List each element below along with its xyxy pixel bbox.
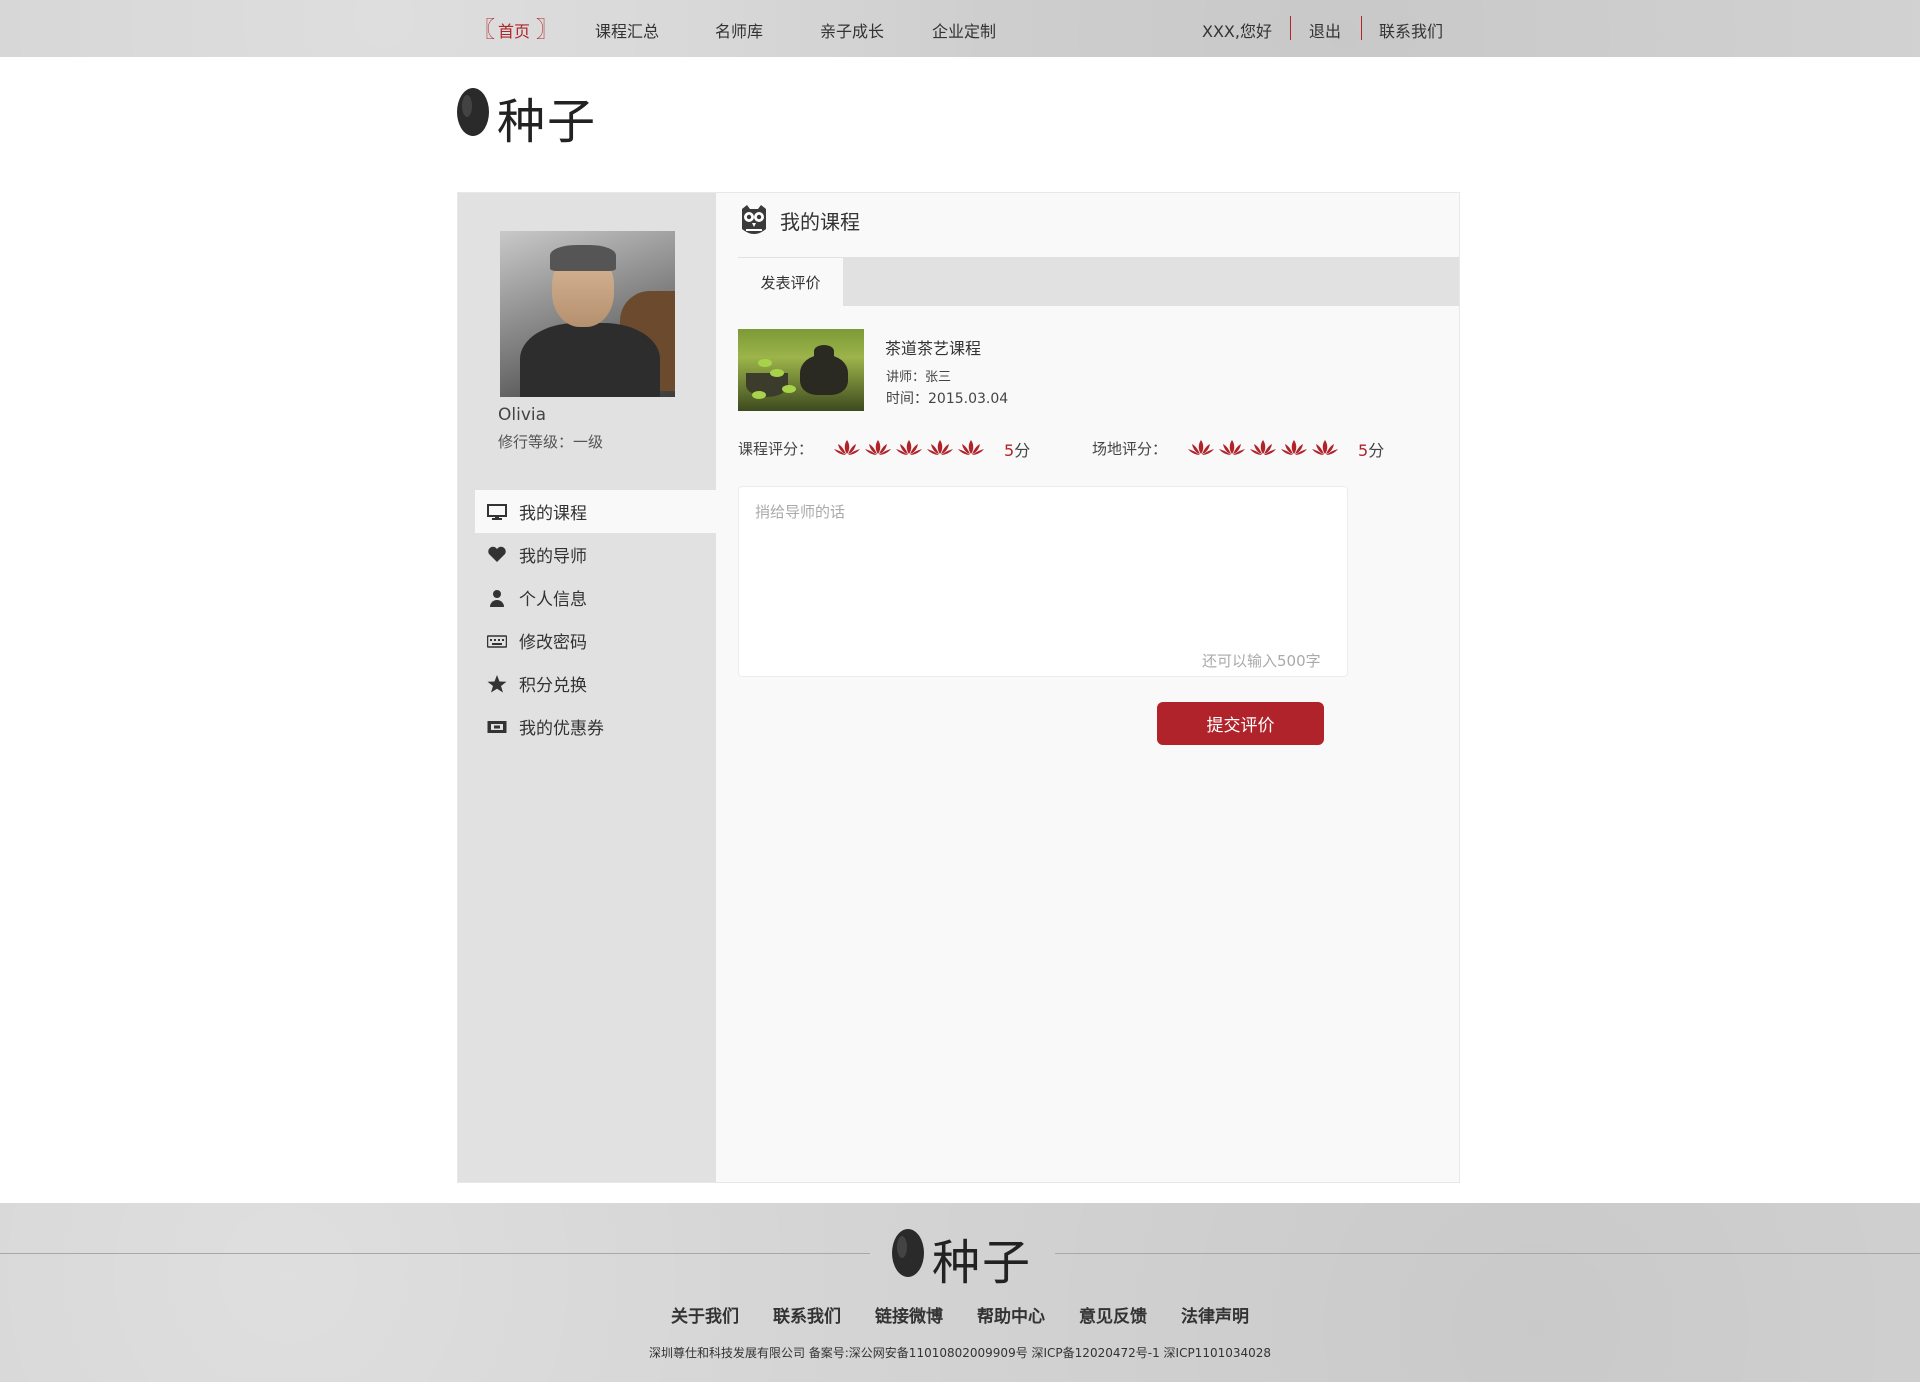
sidebar-item-label: 积分兑换 <box>519 676 587 696</box>
page-title: 我的课程 <box>738 203 860 237</box>
owl-icon <box>742 205 766 234</box>
submit-review-button[interactable]: 提交评价 <box>1157 702 1324 745</box>
heart-icon <box>487 546 507 564</box>
profile-level: 修行等级：一级 <box>498 433 604 451</box>
course-score-value: 5 <box>1004 441 1015 460</box>
nav-teachers[interactable]: 名师库 <box>715 18 763 42</box>
venue-rating-label: 场地评分： <box>1092 440 1168 458</box>
venue-rating-score: 5分 <box>1358 437 1384 461</box>
sidebar-item-label: 我的导师 <box>519 547 587 567</box>
star-icon <box>487 674 507 693</box>
course-rating-lotus <box>834 438 989 458</box>
sidebar: Olivia 修行等级：一级 我的课程 我的导师 个人信息 修改密码 积分兑换 … <box>458 193 716 1182</box>
content-title-text: 我的课程 <box>780 209 860 234</box>
lotus-icon[interactable] <box>1250 438 1276 458</box>
course-teacher: 讲师：张三 <box>886 370 952 385</box>
sidebar-item-change-password[interactable]: 修改密码 <box>475 619 716 662</box>
char-remaining: 还可以输入500字 <box>1202 652 1321 670</box>
sidebar-item-profile[interactable]: 个人信息 <box>475 576 716 619</box>
footer-links: 关于我们 联系我们 链接微博 帮助中心 意见反馈 法律声明 <box>0 1302 1920 1327</box>
course-name: 茶道茶艺课程 <box>885 339 982 358</box>
logo-text: 种子 <box>932 1235 1033 1291</box>
user-icon <box>487 589 507 607</box>
footer-link-feedback[interactable]: 意见反馈 <box>1079 1302 1147 1327</box>
footer-link-help[interactable]: 帮助中心 <box>977 1302 1045 1327</box>
sidebar-item-my-courses[interactable]: 我的课程 <box>475 490 716 533</box>
lotus-icon[interactable] <box>865 438 891 458</box>
footer-link-legal[interactable]: 法律声明 <box>1181 1302 1249 1327</box>
sidebar-item-label: 修改密码 <box>519 633 587 653</box>
sidebar-item-my-teachers[interactable]: 我的导师 <box>475 533 716 576</box>
course-time: 时间：2015.03.04 <box>886 391 1009 407</box>
lotus-icon[interactable] <box>896 438 922 458</box>
profile-name: Olivia <box>498 405 547 425</box>
lotus-icon[interactable] <box>1312 438 1338 458</box>
venue-score-value: 5 <box>1358 441 1369 460</box>
nav-courses[interactable]: 课程汇总 <box>595 18 659 42</box>
nav-divider <box>1290 16 1291 40</box>
course-rating-score: 5分 <box>1004 437 1030 461</box>
course-rating-label: 课程评分： <box>738 440 814 458</box>
logo-text: 种子 <box>497 94 598 150</box>
footer-logo[interactable]: 种子 <box>890 1223 1040 1291</box>
sidebar-item-label: 我的优惠券 <box>519 719 604 739</box>
lotus-icon[interactable] <box>958 438 984 458</box>
footer-divider <box>1055 1253 1920 1254</box>
lotus-icon[interactable] <box>1188 438 1214 458</box>
bracket-left-icon: 〖 <box>473 18 496 43</box>
footer-link-about[interactable]: 关于我们 <box>671 1302 739 1327</box>
user-greeting[interactable]: XXX,您好 <box>1202 18 1272 42</box>
lotus-icon[interactable] <box>834 438 860 458</box>
nav-divider <box>1361 16 1362 40</box>
seed-logo-icon <box>457 88 489 136</box>
sidebar-item-label: 我的课程 <box>519 504 587 524</box>
coupon-icon <box>487 718 507 736</box>
course-thumbnail <box>738 329 864 411</box>
lotus-icon[interactable] <box>1281 438 1307 458</box>
monitor-icon <box>487 503 507 521</box>
footer: 种子 关于我们 联系我们 链接微博 帮助中心 意见反馈 法律声明 深圳尊仕和科技… <box>0 1203 1920 1382</box>
top-nav-bar: 〖 首页 〗 课程汇总 名师库 亲子成长 企业定制 XXX,您好 退出 联系我们 <box>0 0 1920 57</box>
nav-parenting[interactable]: 亲子成长 <box>820 18 884 42</box>
nav-home[interactable]: 首页 <box>498 18 530 42</box>
sidebar-item-points[interactable]: 积分兑换 <box>475 662 716 705</box>
tab-post-review[interactable]: 发表评价 <box>738 257 843 306</box>
footer-link-weibo[interactable]: 链接微博 <box>875 1302 943 1327</box>
comment-textarea[interactable] <box>738 486 1348 677</box>
site-logo[interactable]: 种子 <box>455 82 605 150</box>
bracket-right-icon: 〗 <box>536 18 559 43</box>
content-area: 我的课程 发表评价 茶道茶艺课程 讲师：张三 时间：2015.03.04 课程评… <box>716 193 1459 1182</box>
lotus-icon[interactable] <box>1219 438 1245 458</box>
sidebar-item-coupons[interactable]: 我的优惠券 <box>475 705 716 748</box>
contact-link[interactable]: 联系我们 <box>1379 18 1443 42</box>
footer-link-contact[interactable]: 联系我们 <box>773 1302 841 1327</box>
logout-link[interactable]: 退出 <box>1309 18 1341 42</box>
footer-divider <box>0 1253 870 1254</box>
sidebar-menu: 我的课程 我的导师 个人信息 修改密码 积分兑换 我的优惠券 <box>475 490 716 748</box>
tab-bar: 发表评价 <box>738 257 1459 306</box>
footer-copyright: 深圳尊仕和科技发展有限公司 备案号:深公网安备110108020099​09号 … <box>648 1346 1272 1360</box>
lotus-icon[interactable] <box>927 438 953 458</box>
main-panel: Olivia 修行等级：一级 我的课程 我的导师 个人信息 修改密码 积分兑换 … <box>457 192 1460 1183</box>
keyboard-icon <box>487 632 507 650</box>
score-unit: 分 <box>1368 441 1385 460</box>
nav-enterprise[interactable]: 企业定制 <box>932 18 996 42</box>
score-unit: 分 <box>1014 441 1031 460</box>
avatar <box>500 231 675 397</box>
venue-rating-lotus <box>1188 438 1343 458</box>
sidebar-item-label: 个人信息 <box>519 590 587 610</box>
seed-logo-icon <box>892 1229 924 1277</box>
